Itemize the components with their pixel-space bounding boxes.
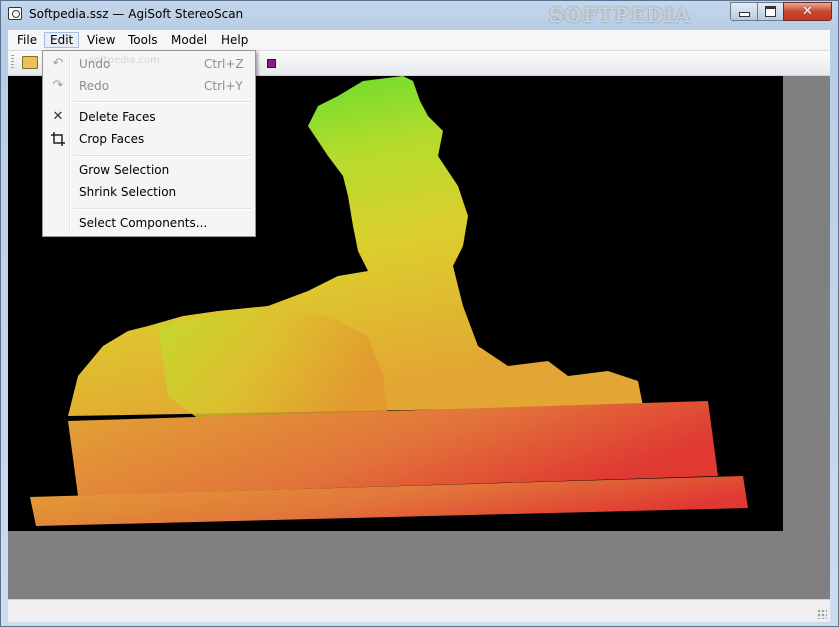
menu-item-label: Redo (79, 79, 110, 93)
menu-edit[interactable]: Edit (44, 32, 80, 48)
menu-bar: File Edit View Tools Model Help (8, 30, 830, 51)
menu-item-label: Undo (79, 57, 111, 71)
app-icon[interactable] (8, 7, 22, 20)
menu-item-shrink-selection[interactable]: Shrink Selection (45, 181, 253, 203)
close-button[interactable]: ✕ (783, 2, 832, 21)
menu-item-crop-faces[interactable]: Crop Faces (45, 128, 253, 150)
menu-item-redo[interactable]: ↷ Redo Ctrl+Y (45, 75, 253, 97)
edit-menu-dropdown: softpedia.com ↶ Undo Ctrl+Z ↷ Redo Ctrl+… (42, 50, 256, 237)
menu-tools[interactable]: Tools (123, 32, 163, 48)
menu-item-label: Grow Selection (79, 163, 170, 177)
menu-item-label: Delete Faces (79, 110, 156, 124)
title-bar[interactable]: Softpedia.ssz — AgiSoft StereoScan SOFTP… (1, 1, 838, 29)
minimize-button[interactable] (730, 2, 758, 21)
menu-item-label: Select Components... (79, 216, 208, 230)
menu-model[interactable]: Model (166, 32, 212, 48)
status-bar (8, 599, 830, 622)
close-icon: ✕ (802, 4, 813, 19)
window-title: Softpedia.ssz — AgiSoft StereoScan (29, 7, 244, 21)
minimize-icon (738, 12, 750, 17)
menu-separator (73, 101, 251, 103)
crop-icon (51, 132, 65, 146)
menu-item-grow-selection[interactable]: Grow Selection (45, 159, 253, 181)
menu-item-shortcut: Ctrl+Z (204, 57, 244, 71)
menu-separator (73, 208, 251, 210)
open-folder-icon[interactable] (22, 56, 38, 69)
resize-grip[interactable] (817, 609, 827, 619)
menu-view[interactable]: View (82, 32, 120, 48)
redo-icon: ↷ (52, 78, 64, 93)
toolbar-grip[interactable] (11, 55, 14, 70)
menu-item-shortcut: Ctrl+Y (204, 79, 243, 93)
menu-item-select-components[interactable]: Select Components... (45, 212, 253, 234)
menu-item-label: Shrink Selection (79, 185, 177, 199)
menu-item-undo[interactable]: ↶ Undo Ctrl+Z (45, 53, 253, 75)
menu-item-delete-faces[interactable]: ✕ Delete Faces (45, 106, 253, 128)
menu-file[interactable]: File (12, 32, 42, 48)
menu-help[interactable]: Help (216, 32, 253, 48)
texture-icon[interactable] (267, 59, 276, 68)
softpedia-watermark: SOFTPEDIA (549, 3, 692, 27)
undo-icon: ↶ (52, 56, 64, 71)
maximize-icon (765, 6, 776, 17)
menu-item-label: Crop Faces (79, 132, 145, 146)
menu-separator (73, 155, 251, 157)
maximize-button[interactable] (757, 2, 784, 21)
delete-x-icon: ✕ (52, 109, 64, 124)
